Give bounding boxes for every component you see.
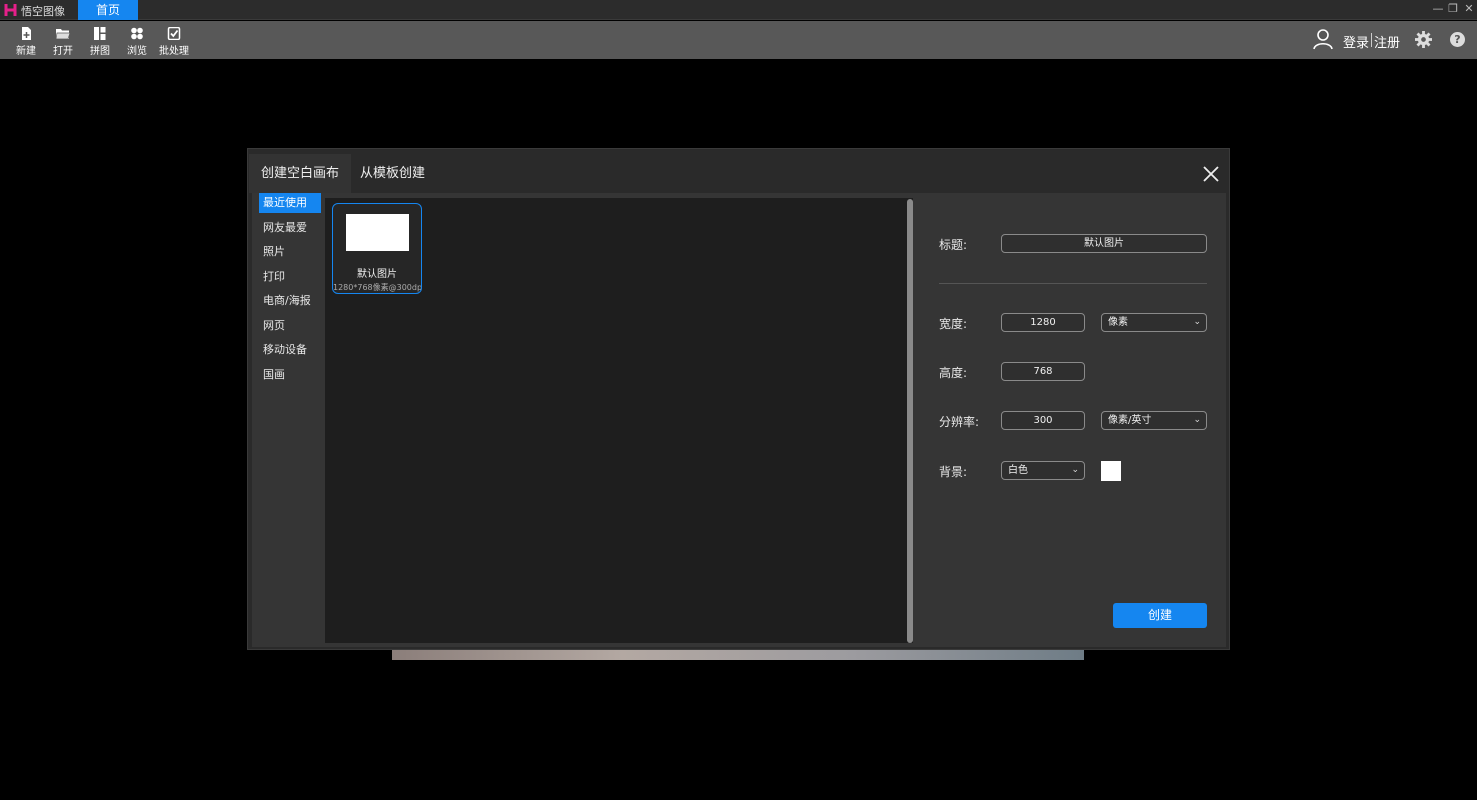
canvas-properties: 标题: 默认图片 宽度: 1280 像素 ⌄ 高度: 768 分辨率: 300 … <box>920 193 1226 647</box>
batch-label: 批处理 <box>159 46 189 57</box>
chevron-down-icon: ⌄ <box>1071 465 1079 475</box>
template-scrollbar[interactable] <box>907 199 913 643</box>
login-divider <box>1371 33 1372 47</box>
width-unit-value: 像素 <box>1108 317 1128 328</box>
category-ecommerce[interactable]: 电商/海报 <box>259 291 321 311</box>
create-button[interactable]: 创建 <box>1113 603 1207 628</box>
props-divider <box>939 283 1207 284</box>
browse-label: 浏览 <box>127 46 147 57</box>
browse-icon <box>131 27 143 40</box>
batch-button[interactable]: 批处理 <box>157 25 191 57</box>
new-file-icon <box>22 27 31 40</box>
app-name: 悟空图像 <box>21 5 65 18</box>
height-input[interactable]: 768 <box>1001 362 1085 381</box>
tab-home[interactable]: 首页 <box>78 0 138 20</box>
new-label: 新建 <box>16 46 36 57</box>
chevron-down-icon: ⌄ <box>1193 415 1201 425</box>
template-card[interactable]: 默认图片 1280*768像素@300dpi <box>332 203 422 294</box>
collage-label: 拼图 <box>90 46 110 57</box>
gear-icon[interactable] <box>1415 31 1432 48</box>
category-photo[interactable]: 照片 <box>259 242 321 262</box>
batch-icon <box>167 27 181 40</box>
category-recent[interactable]: 最近使用 <box>259 193 321 213</box>
collage-icon <box>94 27 106 40</box>
collage-button[interactable]: 拼图 <box>83 25 117 57</box>
category-painting[interactable]: 国画 <box>259 365 321 385</box>
background-color-swatch[interactable] <box>1101 461 1121 481</box>
open-label: 打开 <box>53 46 73 57</box>
resolution-unit-select[interactable]: 像素/英寸 ⌄ <box>1101 411 1207 430</box>
resolution-input[interactable]: 300 <box>1001 411 1085 430</box>
dialog-body: 最近使用 网友最爱 照片 打印 电商/海报 网页 移动设备 国画 默认图片 12… <box>252 193 1226 647</box>
category-print[interactable]: 打印 <box>259 267 321 287</box>
title-input[interactable]: 默认图片 <box>1001 234 1207 253</box>
category-mobile[interactable]: 移动设备 <box>259 340 321 360</box>
new-button[interactable]: 新建 <box>9 25 43 57</box>
height-label: 高度: <box>939 366 968 380</box>
resolution-unit-value: 像素/英寸 <box>1108 415 1152 426</box>
user-icon[interactable] <box>1312 28 1334 50</box>
main-toolbar: 新建 打开 拼图 浏览 批处理 <box>0 21 1477 59</box>
tab-from-template[interactable]: 从模板创建 <box>348 154 437 193</box>
folder-open-icon <box>56 29 70 40</box>
register-link[interactable]: 注册 <box>1374 32 1400 51</box>
window-close-icon[interactable]: ✕ <box>1462 2 1476 16</box>
title-bar: 悟空图像 首页 — ❐ ✕ <box>0 0 1477 20</box>
minimize-icon[interactable]: — <box>1431 2 1445 16</box>
template-thumbnail <box>346 214 409 251</box>
template-name: 默认图片 <box>357 269 397 280</box>
restore-icon[interactable]: ❐ <box>1446 2 1460 16</box>
app-logo-icon <box>3 2 19 18</box>
template-spec: 1280*768像素@300dpi <box>333 283 421 292</box>
category-favorites[interactable]: 网友最爱 <box>259 218 321 238</box>
background-label: 背景: <box>939 465 968 479</box>
background-image-strip <box>392 650 1084 660</box>
width-label: 宽度: <box>939 317 968 331</box>
width-unit-select[interactable]: 像素 ⌄ <box>1101 313 1207 332</box>
browse-button[interactable]: 浏览 <box>120 25 154 57</box>
open-button[interactable]: 打开 <box>46 25 80 57</box>
category-web[interactable]: 网页 <box>259 316 321 336</box>
new-canvas-dialog: 创建空白画布 从模板创建 最近使用 网友最爱 照片 打印 电商/海报 网页 移动… <box>247 148 1230 650</box>
background-value: 白色 <box>1008 465 1028 476</box>
template-grid: 默认图片 1280*768像素@300dpi <box>325 198 913 643</box>
background-select[interactable]: 白色 ⌄ <box>1001 461 1085 480</box>
width-input[interactable]: 1280 <box>1001 313 1085 332</box>
tab-blank-canvas[interactable]: 创建空白画布 <box>249 154 352 193</box>
chevron-down-icon: ⌄ <box>1193 317 1201 327</box>
resolution-label: 分辨率: <box>939 415 980 429</box>
login-link[interactable]: 登录 <box>1343 32 1369 51</box>
help-icon[interactable]: ? <box>1450 32 1465 47</box>
close-icon[interactable] <box>1200 163 1222 185</box>
title-label: 标题: <box>939 238 968 252</box>
